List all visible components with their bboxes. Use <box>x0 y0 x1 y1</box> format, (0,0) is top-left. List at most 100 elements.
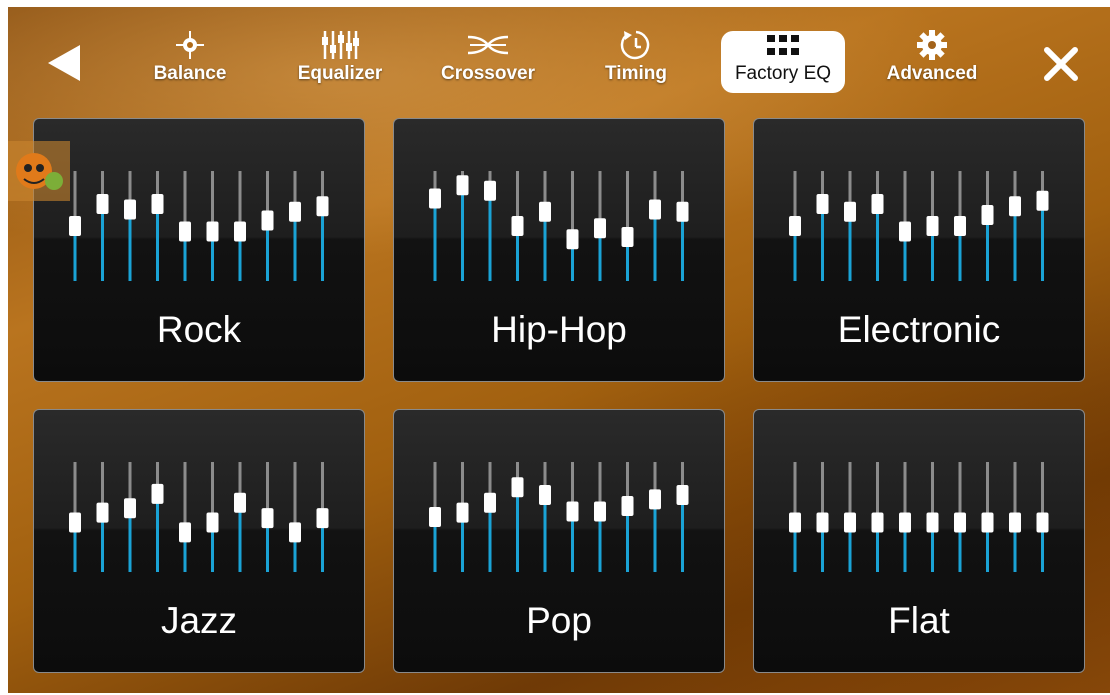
slider-knob <box>981 512 994 533</box>
slider-knob <box>649 199 661 220</box>
slider-knob <box>124 199 136 220</box>
preset-card-pop[interactable]: Pop <box>393 409 725 673</box>
top-nav: Balance Equalizer Crossover Timing Facto… <box>8 7 1110 107</box>
slider-knob <box>261 508 274 529</box>
tab-label: Timing <box>605 63 667 84</box>
eq-band-slider <box>954 171 966 281</box>
eq-band-slider <box>456 462 469 572</box>
preset-name: Pop <box>526 600 592 641</box>
crossover-icon <box>436 29 540 63</box>
eq-band-slider <box>124 171 136 281</box>
eq-band-slider <box>926 462 939 572</box>
eq-band-slider <box>566 462 579 572</box>
eq-band-slider <box>124 462 136 572</box>
slider-knob <box>429 507 441 527</box>
grid-icon <box>721 29 845 63</box>
tab-advanced[interactable]: Advanced <box>880 29 984 97</box>
slider-knob <box>594 218 606 239</box>
eq-band-slider <box>566 171 579 281</box>
eq-band-slider <box>676 171 689 281</box>
slider-knob <box>1036 190 1049 211</box>
slider-knob <box>981 205 994 225</box>
close-button[interactable] <box>1042 45 1080 83</box>
tab-timing[interactable]: Timing <box>584 29 688 97</box>
slider-knob <box>676 485 689 505</box>
slider-knob <box>899 512 911 533</box>
slider-knob <box>539 485 551 505</box>
slider-knob <box>899 221 911 242</box>
slider-knob <box>789 216 801 236</box>
eq-band-slider <box>456 171 469 281</box>
eq-band-slider <box>69 171 81 281</box>
slider-knob <box>844 512 856 533</box>
eq-band-slider <box>676 462 689 572</box>
slider-knob <box>649 489 661 510</box>
preset-name: Electronic <box>837 309 1001 350</box>
eq-band-slider <box>594 171 606 281</box>
preset-card-electronic[interactable]: Electronic <box>753 118 1085 382</box>
slider-knob <box>539 201 551 222</box>
slider-knob <box>816 194 829 214</box>
eq-band-slider <box>649 462 661 572</box>
slider-knob <box>871 512 884 533</box>
equalizer-icon <box>288 29 392 63</box>
slider-knob <box>954 216 966 236</box>
slider-knob <box>179 221 191 242</box>
eq-band-slider <box>981 171 994 281</box>
slider-knob <box>484 180 496 201</box>
eq-band-slider <box>69 462 81 572</box>
eq-band-slider <box>816 171 829 281</box>
slider-knob <box>179 522 191 543</box>
preset-name: Hip-Hop <box>491 309 627 350</box>
eq-band-slider <box>816 462 829 572</box>
eq-band-slider <box>844 462 856 572</box>
slider-knob <box>456 502 469 523</box>
preset-card-jazz[interactable]: Jazz <box>33 409 365 673</box>
slider-knob <box>429 188 441 209</box>
slider-knob <box>484 492 496 513</box>
eq-band-slider <box>789 171 801 281</box>
slider-knob <box>69 512 81 533</box>
tab-factory-eq[interactable]: Factory EQ <box>721 29 845 97</box>
eq-band-slider <box>511 462 524 572</box>
tab-label: Balance <box>153 63 227 84</box>
preset-card-rock[interactable]: Rock <box>33 118 365 382</box>
eq-band-slider <box>179 171 191 281</box>
slider-knob <box>511 216 524 236</box>
tab-equalizer[interactable]: Equalizer <box>288 29 392 97</box>
eq-band-slider <box>871 462 884 572</box>
slider-knob <box>566 229 579 250</box>
preset-card-hip-hop[interactable]: Hip-Hop <box>393 118 725 382</box>
eq-band-slider <box>179 462 191 572</box>
tab-crossover[interactable]: Crossover <box>436 29 540 97</box>
slider-knob <box>316 508 329 529</box>
balance-icon <box>138 29 242 63</box>
eq-band-slider <box>1036 171 1049 281</box>
slider-knob <box>124 498 136 519</box>
slider-knob <box>954 512 966 533</box>
slider-knob <box>1009 196 1021 217</box>
eq-band-slider <box>484 462 496 572</box>
slider-knob <box>289 201 301 222</box>
slider-knob <box>261 210 274 231</box>
tab-label: Equalizer <box>297 63 383 84</box>
eq-band-slider <box>96 462 109 572</box>
eq-band-slider <box>261 462 274 572</box>
back-button[interactable] <box>44 43 84 83</box>
eq-band-slider <box>96 171 109 281</box>
slider-knob <box>871 194 884 214</box>
slider-knob <box>1009 512 1021 533</box>
tab-balance[interactable]: Balance <box>138 29 242 97</box>
slider-knob <box>206 221 219 242</box>
slider-knob <box>151 483 164 504</box>
eq-band-slider <box>316 171 329 281</box>
eq-band-slider <box>789 462 801 572</box>
eq-band-slider <box>206 171 219 281</box>
tab-label: Advanced <box>886 63 978 84</box>
app-badge-icon <box>8 141 70 201</box>
preset-name: Jazz <box>160 600 238 641</box>
preset-card-flat[interactable]: Flat <box>753 409 1085 673</box>
eq-band-slider <box>899 462 911 572</box>
eq-band-slider <box>649 171 661 281</box>
timing-icon <box>584 29 688 63</box>
